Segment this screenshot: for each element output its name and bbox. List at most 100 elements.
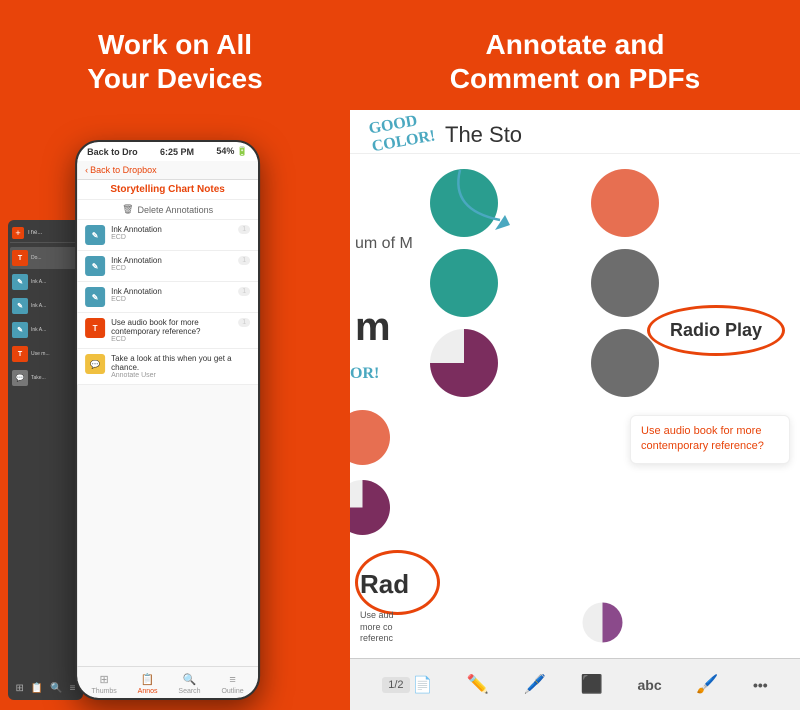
sidebar-icon-blue-1: ✎ bbox=[12, 298, 28, 314]
annotation-badge-2: 1 bbox=[238, 287, 250, 296]
sidebar-icon-gray: 💬 bbox=[12, 370, 28, 386]
partial-text-um: um of M bbox=[355, 235, 413, 253]
annotation-content-1: Ink Annotation ECD bbox=[111, 256, 232, 272]
annotation-item-3[interactable]: T Use audio book for more contemporary r… bbox=[77, 313, 258, 349]
sidebar-item-0[interactable]: T Do... bbox=[10, 247, 81, 269]
sidebar-text-5: Take... bbox=[31, 375, 71, 381]
annotation-badge-0: 1 bbox=[238, 225, 250, 234]
circle-gray-1 bbox=[591, 249, 659, 317]
tablet-device: + The... T Do... ✎ Ink A... ✎ Ink A... ✎ bbox=[8, 220, 83, 700]
circle-teal-2 bbox=[430, 249, 498, 317]
phone-status-bar: Back to Dro 6:25 PM 54% 🔋 bbox=[77, 142, 258, 161]
phone-back-button[interactable]: ‹ Back to Dropbox bbox=[85, 165, 157, 175]
sidebar-icon-orange-1: T bbox=[12, 346, 28, 362]
sidebar-item-3[interactable]: ✎ Ink A... bbox=[10, 319, 81, 341]
annotation-content-2: Ink Annotation ECD bbox=[111, 287, 232, 303]
sidebar-text-4: Use m... bbox=[31, 351, 71, 357]
phone-status-left: Back to Dro bbox=[87, 147, 138, 157]
pdf-title-text: The Sto bbox=[445, 122, 522, 148]
right-panel: Annotate and Comment on PDFs GOODCOLOR! … bbox=[350, 0, 800, 710]
search-icon: 🔍 bbox=[183, 673, 197, 686]
pdf-tool-pencil[interactable]: ✏️ bbox=[467, 674, 489, 695]
tablet-tool-icon-1[interactable]: ⊞ bbox=[15, 683, 23, 694]
phone-delete-label[interactable]: Delete Annotations bbox=[138, 205, 214, 215]
annotation-sub-3: ECD bbox=[111, 336, 232, 343]
left-panel: Work on All Your Devices + The... T Do..… bbox=[0, 0, 350, 710]
rad-partial-text: Rad bbox=[360, 569, 409, 600]
phone-screen-title: Storytelling Chart Notes bbox=[85, 184, 250, 195]
annotation-content-0: Ink Annotation ECD bbox=[111, 225, 232, 241]
phone-title-bar: Storytelling Chart Notes bbox=[77, 180, 258, 200]
page-number: 1/2 bbox=[382, 677, 409, 693]
pdf-tool-pen[interactable]: 🖊️ bbox=[524, 674, 546, 695]
radio-play-label: Radio Play bbox=[670, 320, 762, 341]
sidebar-item-4[interactable]: T Use m... bbox=[10, 343, 81, 365]
pdf-tool-brush[interactable]: 🖌️ bbox=[696, 674, 718, 695]
annotation-item-4[interactable]: 💬 Take a look at this when you get a cha… bbox=[77, 349, 258, 385]
radio-play-cell: Radio Play bbox=[647, 305, 785, 356]
circles-grid bbox=[350, 159, 800, 407]
small-pie-chart bbox=[580, 600, 625, 645]
phone-back-label: Back to Dropbox bbox=[90, 165, 157, 175]
pdf-tool-more[interactable]: ••• bbox=[753, 677, 768, 693]
outline-label: Outline bbox=[221, 688, 243, 695]
toolbar-item-search[interactable]: 🔍 Search bbox=[178, 673, 200, 695]
annotation-item-1[interactable]: ✎ Ink Annotation ECD 1 bbox=[77, 251, 258, 282]
pencil-tool-icon: ✏️ bbox=[467, 674, 489, 695]
sidebar-icon-blue-0: ✎ bbox=[12, 274, 28, 290]
annotation-sub-1: ECD bbox=[111, 265, 232, 272]
text-tool-icon: abc bbox=[638, 677, 662, 693]
app-container: Work on All Your Devices + The... T Do..… bbox=[0, 0, 800, 710]
tablet-sidebar: + The... T Do... ✎ Ink A... ✎ Ink A... ✎ bbox=[8, 220, 83, 700]
left-title: Work on All Your Devices bbox=[87, 28, 262, 95]
sidebar-item-2[interactable]: ✎ Ink A... bbox=[10, 295, 81, 317]
toolbar-item-outline[interactable]: ≡ Outline bbox=[221, 674, 243, 695]
annotation-arrow bbox=[430, 160, 550, 240]
trash-icon: 🗑 bbox=[122, 204, 133, 215]
annotation-icon-ink-0: ✎ bbox=[85, 225, 105, 245]
toolbar-item-annos[interactable]: 📋 Annos bbox=[138, 673, 158, 695]
annotation-item-2[interactable]: ✎ Ink Annotation ECD 1 bbox=[77, 282, 258, 313]
toolbar-item-thumbs[interactable]: ⊞ Thumbs bbox=[92, 673, 117, 695]
phone-nav-bar: ‹ Back to Dropbox bbox=[77, 161, 258, 180]
or-handwriting: OR! bbox=[350, 365, 379, 383]
pdf-tool-text[interactable]: abc bbox=[638, 677, 662, 693]
annotation-icon-text: T bbox=[85, 318, 105, 338]
page-indicator: 1/2 📄 bbox=[382, 675, 432, 695]
annotation-content-3: Use audio book for more contemporary ref… bbox=[111, 318, 232, 343]
annotation-title-0: Ink Annotation bbox=[111, 225, 232, 234]
phone-delete-bar[interactable]: 🗑 Delete Annotations bbox=[77, 200, 258, 220]
sidebar-item-5[interactable]: 💬 Take... bbox=[10, 367, 81, 389]
annotation-comment-text: Use audio book for more contemporary ref… bbox=[641, 424, 779, 455]
sidebar-top: + The... bbox=[10, 224, 81, 243]
left-header: Work on All Your Devices bbox=[67, 0, 282, 115]
sidebar-add-button[interactable]: + bbox=[12, 227, 24, 239]
annotation-sub-0: ECD bbox=[111, 234, 232, 241]
annotation-sub-2: ECD bbox=[111, 296, 232, 303]
annotation-badge-3: 1 bbox=[238, 318, 250, 327]
annotation-title-1: Ink Annotation bbox=[111, 256, 232, 265]
tablet-tool-icon-2[interactable]: 📋 bbox=[31, 683, 43, 694]
tablet-tool-icon-4[interactable]: ≡ bbox=[70, 683, 76, 694]
brush-tool-icon: 🖌️ bbox=[696, 674, 718, 695]
pdf-tool-highlight[interactable]: ⬛ bbox=[581, 674, 603, 695]
use-audio-text: Use audmore coreferenc bbox=[360, 610, 394, 645]
thumbs-label: Thumbs bbox=[92, 688, 117, 695]
tablet-bottom-bar: ⊞ 📋 🔍 ≡ bbox=[8, 683, 83, 694]
sidebar-icon-orange: T bbox=[12, 250, 28, 266]
annotation-comment-bubble: Use audio book for more contemporary ref… bbox=[630, 415, 790, 464]
purple-pie-partial bbox=[350, 480, 390, 535]
pdf-area: GOODCOLOR! The Sto bbox=[350, 110, 800, 710]
tablet-tool-icon-3[interactable]: 🔍 bbox=[50, 683, 62, 694]
annos-icon: 📋 bbox=[141, 673, 155, 686]
phone-battery: 54% 🔋 bbox=[216, 146, 248, 157]
sidebar-item-1[interactable]: ✎ Ink A... bbox=[10, 271, 81, 293]
sidebar-icon-blue-2: ✎ bbox=[12, 322, 28, 338]
sidebar-text-3: Ink A... bbox=[31, 327, 71, 333]
pdf-bottom-toolbar: 1/2 📄 ✏️ 🖊️ ⬛ abc bbox=[350, 658, 800, 710]
annotation-item-0[interactable]: ✎ Ink Annotation ECD 1 bbox=[77, 220, 258, 251]
pen-tool-icon: 🖊️ bbox=[524, 674, 546, 695]
partial-letter-m: m bbox=[355, 305, 391, 350]
phone-screen: Back to Dro 6:25 PM 54% 🔋 ‹ Back to Drop… bbox=[77, 142, 258, 698]
circle-purple-pie bbox=[430, 329, 498, 397]
